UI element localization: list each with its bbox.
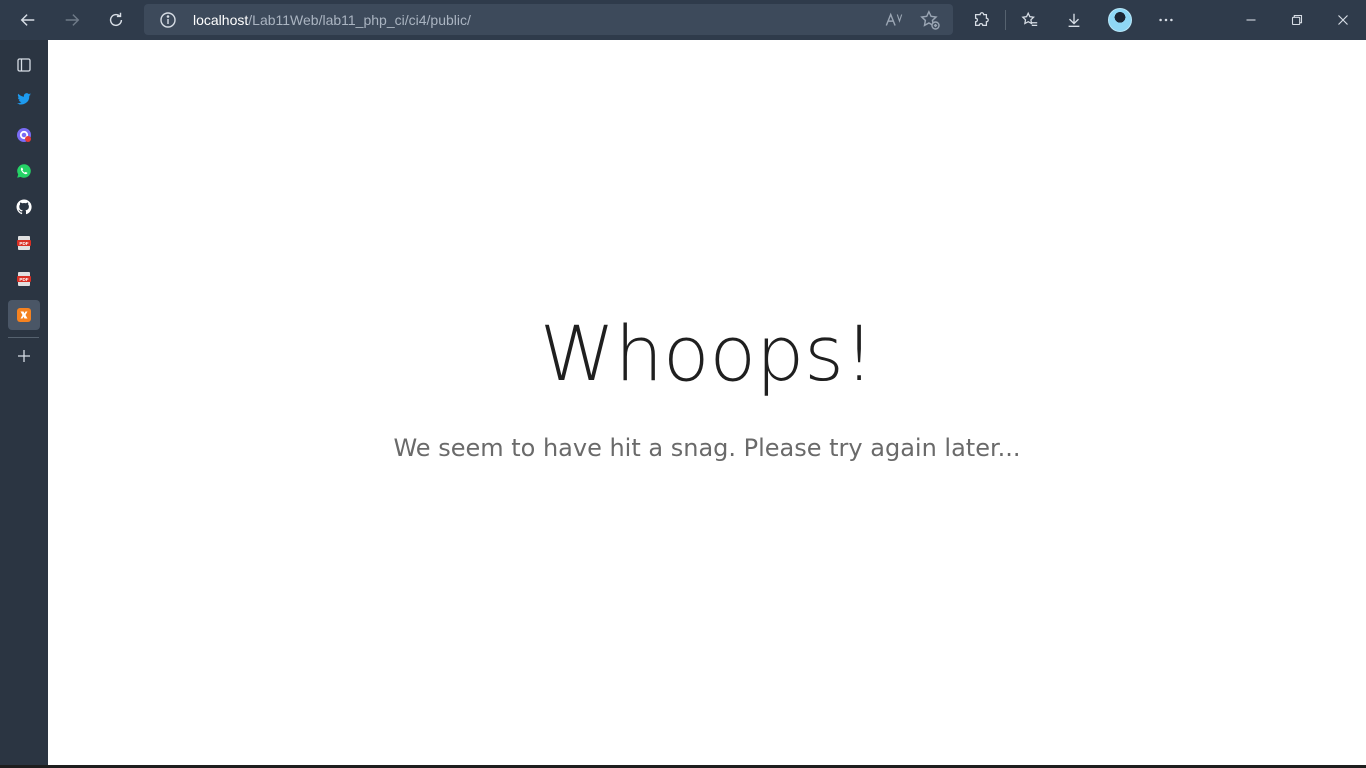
browser-toolbar: localhost/Lab11Web/lab11_php_ci/ci4/publ…: [0, 0, 1366, 40]
restore-icon[interactable]: [1281, 4, 1313, 36]
add-favorite-icon[interactable]: [919, 9, 941, 31]
back-icon[interactable]: [12, 4, 44, 36]
whatsapp-icon[interactable]: [8, 156, 40, 186]
address-url[interactable]: localhost/Lab11Web/lab11_php_ci/ci4/publ…: [193, 12, 471, 28]
pdf-icon[interactable]: PDF: [8, 264, 40, 294]
page-content: Whoops! We seem to have hit a snag. Plea…: [48, 40, 1366, 765]
address-bar[interactable]: localhost/Lab11Web/lab11_php_ci/ci4/publ…: [144, 4, 953, 35]
close-icon[interactable]: [1327, 4, 1359, 36]
error-message: We seem to have hit a snag. Please try a…: [393, 434, 1021, 462]
github-icon[interactable]: [8, 192, 40, 222]
profile-avatar[interactable]: [1108, 8, 1132, 32]
sidebar-divider: [8, 337, 39, 338]
twitter-icon[interactable]: [8, 84, 40, 114]
xampp-icon[interactable]: [8, 300, 40, 330]
read-aloud-icon[interactable]: [883, 9, 905, 31]
minimize-icon[interactable]: [1235, 4, 1267, 36]
more-icon[interactable]: [1150, 4, 1182, 36]
page-title: Whoops!: [539, 309, 875, 398]
forward-icon[interactable]: [56, 4, 88, 36]
address-path: /Lab11Web/lab11_php_ci/ci4/public/: [248, 12, 471, 28]
google-icon[interactable]: [8, 120, 40, 150]
refresh-icon[interactable]: [100, 4, 132, 36]
downloads-icon[interactable]: [1058, 4, 1090, 36]
pdf-icon[interactable]: PDF: [8, 228, 40, 258]
svg-text:PDF: PDF: [19, 241, 28, 246]
toolbar-divider: [1005, 10, 1006, 30]
tab-actions-icon[interactable]: [8, 50, 40, 80]
extensions-icon[interactable]: [965, 4, 997, 36]
info-icon[interactable]: [158, 10, 178, 30]
add-icon[interactable]: [8, 341, 40, 371]
svg-text:PDF: PDF: [19, 277, 28, 282]
address-host: localhost: [193, 12, 249, 28]
favorites-icon[interactable]: [1014, 4, 1046, 36]
sidebar: PDF PDF: [0, 40, 47, 768]
